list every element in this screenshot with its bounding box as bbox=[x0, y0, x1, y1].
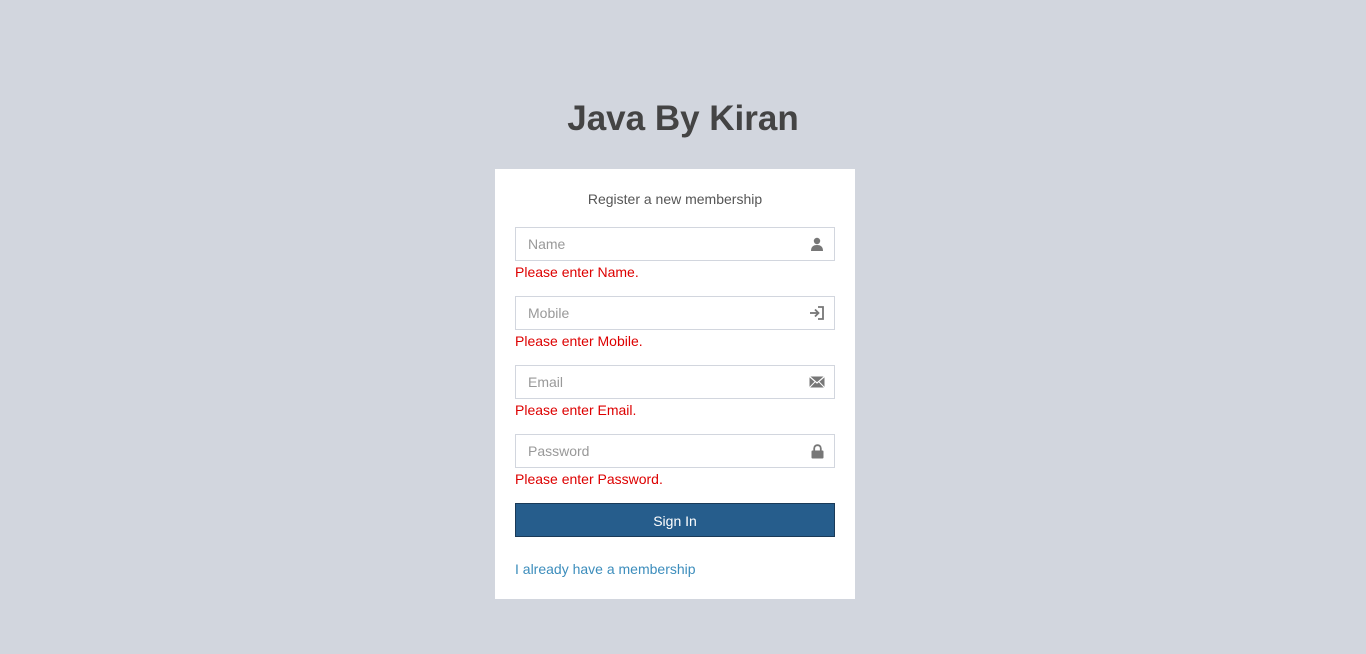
mobile-field bbox=[515, 296, 835, 330]
register-form: Please enter Name. Please enter Mobile. bbox=[515, 227, 835, 537]
envelope-icon bbox=[808, 374, 826, 390]
register-page: Java By Kiran Register a new membership … bbox=[0, 0, 1366, 654]
app-logo[interactable]: Java By Kiran bbox=[0, 94, 1366, 144]
sign-in-button[interactable]: Sign In bbox=[515, 503, 835, 537]
password-input[interactable] bbox=[516, 435, 798, 467]
email-input[interactable] bbox=[516, 366, 798, 398]
name-error: Please enter Name. bbox=[515, 264, 639, 280]
name-field bbox=[515, 227, 835, 261]
password-field bbox=[515, 434, 835, 468]
register-box: Register a new membership Please enter N… bbox=[495, 169, 855, 599]
name-input[interactable] bbox=[516, 228, 798, 260]
mobile-error: Please enter Mobile. bbox=[515, 333, 643, 349]
email-error: Please enter Email. bbox=[515, 402, 637, 418]
mobile-input[interactable] bbox=[516, 297, 798, 329]
password-error: Please enter Password. bbox=[515, 471, 663, 487]
email-field bbox=[515, 365, 835, 399]
already-member-link[interactable]: I already have a membership bbox=[515, 559, 696, 579]
register-message: Register a new membership bbox=[587, 191, 763, 207]
log-in-icon bbox=[808, 305, 826, 321]
lock-icon bbox=[808, 443, 826, 459]
user-icon bbox=[808, 236, 826, 252]
